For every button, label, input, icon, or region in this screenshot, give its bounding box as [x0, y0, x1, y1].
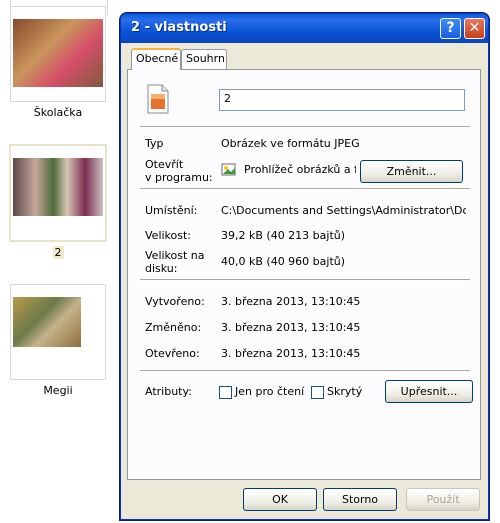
thumbnail-label: Megii: [43, 384, 73, 397]
thumbnail-image: [13, 19, 103, 87]
thumbnail-label: 2: [52, 246, 64, 259]
separator: [140, 370, 470, 372]
advanced-button[interactable]: Upřesnit...: [385, 380, 473, 403]
jpeg-file-icon: [146, 84, 170, 114]
location-value: C:\Documents and Settings\Administrator\…: [221, 204, 466, 217]
created-value: 3. března 2013, 13:10:45: [221, 295, 361, 308]
readonly-label[interactable]: Jen pro čtení: [235, 385, 304, 398]
created-label: Vytvořeno:: [145, 295, 205, 308]
filename-input[interactable]: 2: [219, 89, 465, 111]
tab-panel-obecne: 2 Typ Obrázek ve formátu JPEG Otevřít v …: [127, 69, 481, 480]
thumbnail-image: [13, 158, 103, 216]
readonly-checkbox[interactable]: [219, 386, 232, 399]
separator: [140, 279, 470, 281]
modified-value: 3. března 2013, 13:10:45: [221, 321, 361, 334]
dialog-title: 2 - vlastnosti: [131, 20, 227, 35]
location-label: Umístění:: [145, 204, 198, 217]
modified-label: Změněno:: [145, 321, 202, 334]
size-value: 39,2 kB (40 213 bajtů): [221, 229, 346, 242]
image-viewer-icon: [221, 162, 237, 178]
disk-size-value: 40,0 kB (40 960 bajtů): [221, 255, 346, 268]
apply-button[interactable]: Použít: [406, 488, 480, 511]
thumbnail-label: Školačka: [33, 106, 83, 119]
type-value: Obrázek ve formátu JPEG: [221, 137, 360, 150]
thumbnail-skolacka[interactable]: [10, 6, 106, 102]
tab-souhrn[interactable]: Souhrn: [181, 49, 227, 69]
thumbnail-megii[interactable]: [10, 284, 106, 380]
attributes-label: Atributy:: [145, 385, 192, 398]
size-label: Velikost:: [145, 229, 192, 242]
accessed-value: 3. března 2013, 13:10:45: [221, 347, 361, 360]
cancel-button[interactable]: Storno: [323, 488, 397, 511]
accessed-label: Otevřeno:: [145, 347, 200, 360]
disk-size-label: Velikost na disku:: [145, 249, 205, 275]
tab-obecne[interactable]: Obecné: [131, 48, 181, 70]
properties-dialog: 2 - vlastnosti ? ✕ Souhrn Obecné 2 Typ O…: [120, 13, 489, 520]
hidden-label[interactable]: Skrytý: [327, 385, 362, 398]
thumbnail-image: [13, 297, 81, 347]
change-program-button[interactable]: Změnit...: [360, 160, 463, 183]
separator: [140, 188, 470, 190]
hidden-checkbox[interactable]: [311, 386, 324, 399]
open-with-label: Otevřít v programu:: [145, 158, 213, 184]
open-with-value: Prohlížeč obrázků a fa: [244, 163, 356, 176]
help-button[interactable]: ?: [440, 18, 461, 39]
separator: [140, 126, 470, 128]
close-button[interactable]: ✕: [464, 18, 485, 39]
thumbnail-2[interactable]: [9, 144, 107, 242]
type-label: Typ: [145, 137, 164, 150]
title-bar[interactable]: 2 - vlastnosti ? ✕: [121, 14, 488, 43]
ok-button[interactable]: OK: [243, 488, 317, 511]
